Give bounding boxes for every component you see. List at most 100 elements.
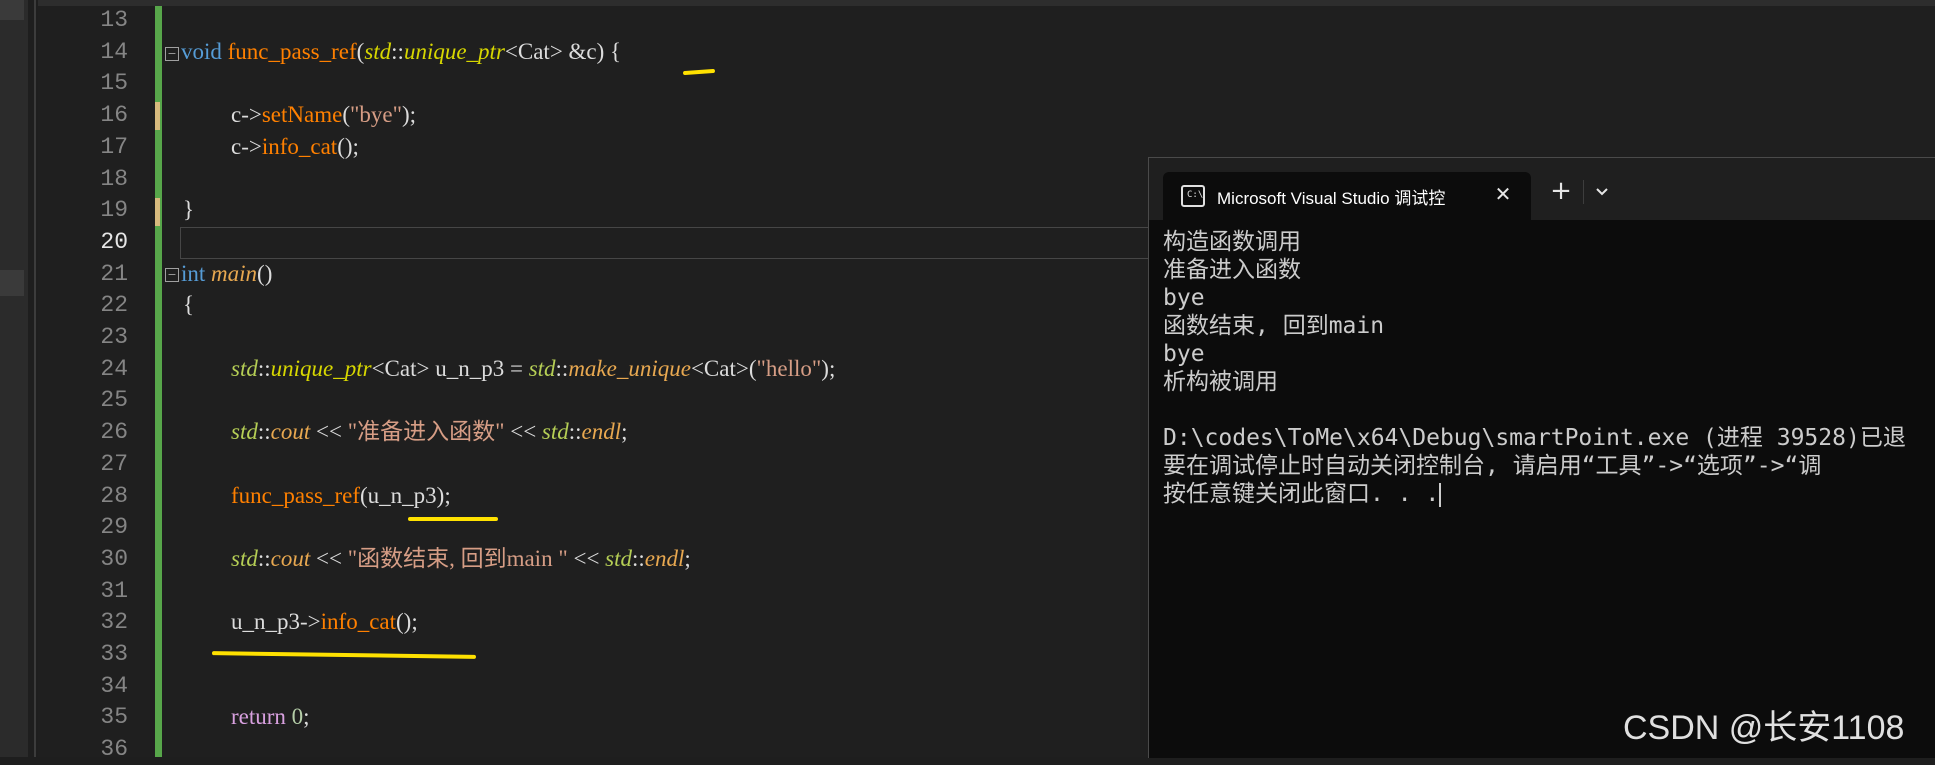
code-token: c-> — [231, 102, 262, 128]
code-token: :: — [257, 545, 271, 571]
code-token: :: — [555, 355, 569, 381]
code-token: "函数结束, 回到main " — [347, 545, 568, 571]
watermark: CSDN @长安1108 — [1623, 709, 1905, 747]
tab-divider — [1583, 180, 1584, 204]
code-token: int — [181, 260, 206, 286]
code-token: make_unique — [568, 355, 691, 381]
line-number: 32 — [100, 609, 128, 636]
code-token: u_n_p3-> — [231, 609, 321, 635]
code-text: func_pass_ref(u_n_p3); — [231, 480, 451, 512]
console-output-line: bye — [1163, 340, 1933, 368]
console-output-text: 构造函数调用 — [1163, 229, 1301, 255]
line-number: 19 — [100, 197, 128, 224]
code-token: << — [310, 545, 348, 571]
line-number: 30 — [100, 545, 128, 572]
code-token: :: — [568, 419, 582, 445]
left-panel-strip — [0, 0, 28, 757]
line-number: 15 — [100, 70, 128, 97]
console-output-line: 要在调试停止时自动关闭控制台, 请启用“工具”->“选项”->“调 — [1163, 452, 1933, 480]
code-line[interactable]: 14 void func_pass_ref(std::unique_ptr<Cat… — [38, 36, 1935, 68]
line-number: 13 — [100, 7, 128, 33]
code-token: std — [528, 355, 556, 381]
code-token: std — [231, 355, 258, 381]
code-token: <Cat> u_n_p3 = — [371, 355, 529, 381]
text-cursor — [1439, 482, 1442, 507]
code-line[interactable]: 15 — [38, 67, 1935, 99]
code-token: "hello" — [756, 355, 822, 381]
code-token: unique_ptr — [270, 355, 372, 381]
code-token: std — [231, 419, 258, 445]
line-number: 33 — [100, 641, 128, 667]
code-token: func_pass_ref — [227, 38, 357, 64]
code-text: void func_pass_ref(std::unique_ptr<Cat> … — [181, 36, 621, 68]
line-number: 17 — [100, 133, 128, 160]
code-token: ); — [821, 355, 836, 381]
console-output-line: 函数结束, 回到main — [1163, 312, 1933, 340]
code-text: return 0; — [231, 701, 310, 733]
console-output-text: 要在调试停止时自动关闭控制台, 请启用“工具”->“选项”->“调 — [1163, 453, 1822, 479]
code-token: << — [504, 419, 542, 445]
code-token: endl — [581, 419, 622, 445]
console-output-line: 按任意键关闭此窗口. . . — [1163, 480, 1933, 508]
code-text: std::cout << "准备进入函数" << std::endl; — [231, 416, 628, 448]
console-output-line: 准备进入函数 — [1163, 256, 1933, 284]
line-number: 36 — [100, 736, 128, 763]
code-line[interactable]: 13 — [38, 4, 1935, 36]
code-token: ; — [621, 419, 628, 445]
code-token: std — [605, 545, 633, 571]
line-number: 26 — [100, 419, 128, 446]
console-output-text: 函数结束, 回到main — [1163, 313, 1385, 339]
code-token: ; — [684, 545, 691, 571]
code-text: int main() — [181, 258, 272, 290]
code-token: main — [211, 260, 258, 286]
code-token: { — [183, 292, 195, 318]
line-number: 35 — [100, 704, 128, 731]
code-text: c->info_cat(); — [231, 131, 359, 163]
line-number: 28 — [100, 482, 128, 509]
panel-block — [0, 0, 24, 20]
code-token: unique_ptr — [403, 38, 505, 64]
code-token: "准备进入函数" — [347, 419, 505, 445]
console-output-text: D:\codes\ToMe\x64\Debug\smartPoint.exe (… — [1163, 425, 1906, 451]
code-token: :: — [391, 38, 404, 64]
console-titlebar: C:\ Microsoft Visual Studio 调试控 ✕ + — [1149, 158, 1935, 220]
debug-console-window[interactable]: C:\ Microsoft Visual Studio 调试控 ✕ + 构造函数… — [1148, 157, 1935, 758]
code-text: c->setName("bye"); — [231, 99, 416, 131]
line-number: 34 — [100, 672, 128, 699]
line-number: 29 — [100, 514, 128, 541]
line-number: 16 — [100, 102, 128, 129]
code-token: <Cat>( — [690, 355, 757, 381]
console-tab[interactable]: C:\ Microsoft Visual Studio 调试控 ✕ — [1163, 172, 1531, 220]
console-output-line: D:\codes\ToMe\x64\Debug\smartPoint.exe (… — [1163, 424, 1933, 452]
console-output-line: 构造函数调用 — [1163, 228, 1933, 256]
chevron-down-icon[interactable] — [1589, 178, 1615, 206]
close-icon[interactable]: ✕ — [1489, 180, 1517, 208]
console-output-text: bye — [1163, 285, 1205, 311]
gutter-divider — [34, 0, 36, 757]
console-output-text: 析构被调用 — [1163, 369, 1278, 395]
code-token: << — [310, 419, 348, 445]
annotation-underline — [408, 517, 498, 521]
console-tab-title: Microsoft Visual Studio 调试控 — [1217, 189, 1446, 208]
code-text: { — [183, 289, 194, 321]
code-text: u_n_p3->info_cat(); — [231, 606, 418, 638]
code-text: std::cout << "函数结束, 回到main " << std::end… — [231, 543, 691, 575]
new-tab-button[interactable]: + — [1545, 176, 1577, 208]
code-token: (); — [396, 609, 418, 635]
line-number: 20 — [100, 228, 128, 255]
code-token: :: — [632, 545, 645, 571]
code-token: ; — [303, 704, 310, 730]
code-token: :: — [257, 419, 271, 445]
code-token: (); — [337, 133, 359, 159]
code-token: info_cat — [320, 609, 396, 635]
code-token: info_cat — [261, 133, 338, 159]
code-text: std::unique_ptr<Cat> u_n_p3 = std::make_… — [231, 353, 835, 385]
console-output[interactable]: 构造函数调用 准备进入函数 bye 函数结束, 回到main bye 析构被调用 D:\co… — [1163, 228, 1933, 508]
line-number: 18 — [100, 165, 128, 192]
code-token: "bye" — [349, 102, 402, 128]
code-token: std — [364, 38, 392, 64]
code-line[interactable]: 16 c->setName("bye"); — [38, 99, 1935, 131]
code-token: std — [231, 545, 258, 571]
console-output-text: bye — [1163, 341, 1205, 367]
